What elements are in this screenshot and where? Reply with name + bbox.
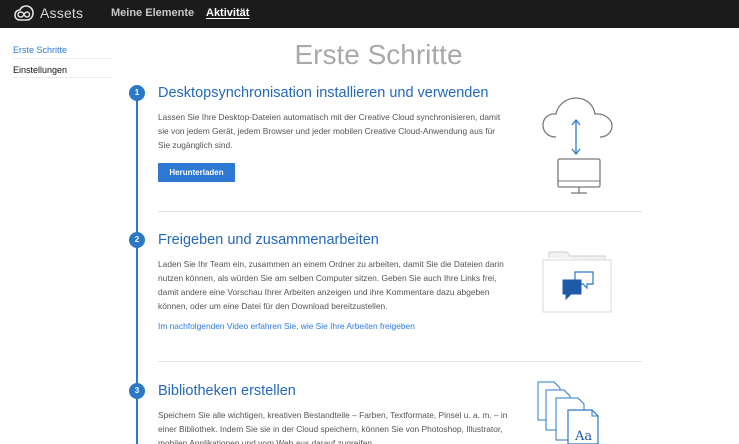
share-video-link[interactable]: Im nachfolgenden Video erfahren Sie, wie…	[158, 321, 415, 331]
nav-activity[interactable]: Aktivität	[206, 7, 249, 19]
top-bar: Assets Meine Elemente Aktivität	[0, 0, 739, 28]
step-description: Laden Sie Ihr Team ein, zusammen an eine…	[158, 259, 504, 311]
section-divider	[158, 361, 642, 362]
cloud-sync-icon	[542, 97, 613, 194]
step-title-create-libraries: Bibliotheken erstellen	[158, 383, 296, 399]
page-title: Erste Schritte	[294, 39, 463, 70]
step-description: Lassen Sie Ihre Desktop-Dateien automati…	[158, 112, 501, 150]
shared-folder-comment-icon	[542, 251, 612, 313]
sidebar-divider	[13, 77, 111, 78]
step-number-badge: 1	[129, 85, 145, 101]
nav-my-assets[interactable]: Meine Elemente	[111, 7, 194, 19]
step-description: Speichern Sie alle wichtigen, kreativen …	[158, 410, 508, 444]
creative-cloud-logo-icon[interactable]	[14, 5, 34, 23]
step-title-desktop-sync: Desktopsynchronisation installieren und …	[158, 85, 489, 101]
step-number-badge: 2	[129, 232, 145, 248]
section-divider	[158, 211, 642, 212]
download-button[interactable]: Herunterladen	[158, 163, 235, 182]
step-number-badge: 3	[129, 383, 145, 399]
library-files-icon: Aa	[537, 381, 599, 444]
library-aa-label: Aa	[574, 429, 592, 444]
brand-name: Assets	[40, 5, 84, 21]
step-title-share-collaborate: Freigeben und zusammenarbeiten	[158, 232, 379, 248]
